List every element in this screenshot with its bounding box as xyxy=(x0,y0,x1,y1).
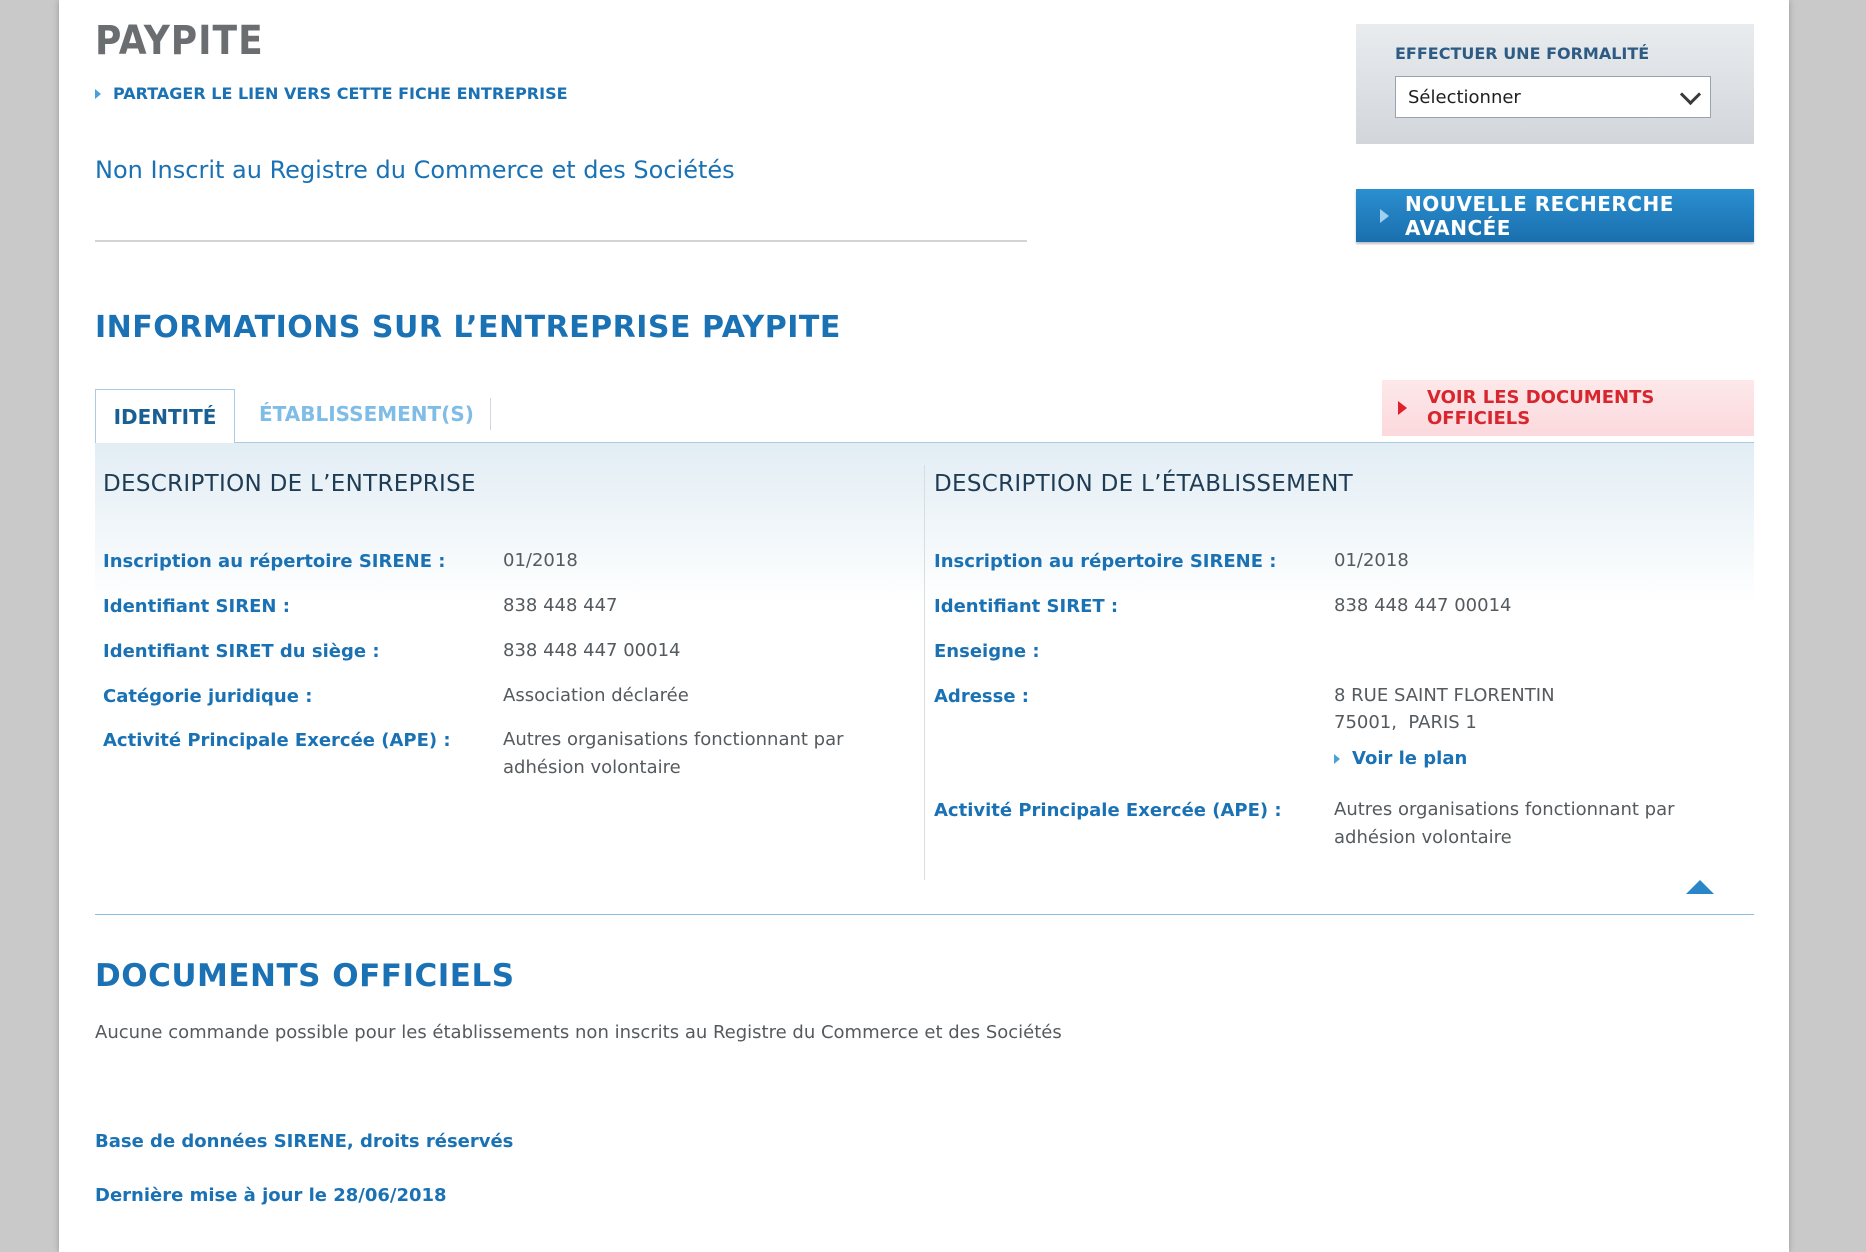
caret-right-icon xyxy=(95,88,101,99)
company-description-title: DESCRIPTION DE L’ENTREPRISE xyxy=(103,471,476,497)
field-value: 838 448 447 00014 xyxy=(1334,595,1512,616)
official-documents-title: DOCUMENTS OFFICIELS xyxy=(95,958,515,994)
establishment-description-title: DESCRIPTION DE L’ÉTABLISSEMENT xyxy=(934,471,1353,497)
formality-select[interactable]: Sélectionner xyxy=(1395,76,1711,118)
tab-establishments[interactable]: ÉTABLISSEMENT(S) xyxy=(259,398,491,430)
field-label: Catégorie juridique : xyxy=(103,686,313,707)
field-label: Identifiant SIRET du siège : xyxy=(103,641,380,662)
field-label: Activité Principale Exercée (APE) : xyxy=(934,800,1282,821)
caret-right-icon xyxy=(1380,208,1389,223)
chevron-down-icon xyxy=(1679,83,1702,105)
official-documents-text: Aucune commande possible pour les établi… xyxy=(95,1022,1062,1043)
caret-right-icon xyxy=(1334,753,1340,764)
field-label: Inscription au répertoire SIRENE : xyxy=(934,551,1277,572)
field-value: Association déclarée xyxy=(503,685,689,706)
field-value: 838 448 447 00014 xyxy=(503,640,681,661)
formality-label: EFFECTUER UNE FORMALITÉ xyxy=(1395,44,1650,63)
address-line-1: 8 RUE SAINT FLORENTIN xyxy=(1334,685,1555,706)
field-label: Activité Principale Exercée (APE) : xyxy=(103,730,451,751)
divider xyxy=(95,914,1754,915)
advanced-search-button[interactable]: NOUVELLE RECHERCHE AVANCÉE xyxy=(1356,189,1754,242)
field-label: Enseigne : xyxy=(934,641,1040,662)
share-link[interactable]: PARTAGER LE LIEN VERS CETTE FICHE ENTREP… xyxy=(95,84,568,103)
advanced-search-label: NOUVELLE RECHERCHE AVANCÉE xyxy=(1405,191,1674,240)
field-label: Inscription au répertoire SIRENE : xyxy=(103,551,446,572)
field-label: Identifiant SIREN : xyxy=(103,596,290,617)
tab-identity[interactable]: IDENTITÉ xyxy=(95,389,235,443)
field-value: 838 448 447 xyxy=(503,595,618,616)
view-official-docs-label: VOIR LES DOCUMENTS OFFICIELS xyxy=(1427,387,1655,429)
field-value: Autres organisations fonctionnant par ad… xyxy=(1334,799,1675,848)
column-divider xyxy=(924,465,925,880)
formality-select-value: Sélectionner xyxy=(1408,86,1521,108)
info-title: INFORMATIONS SUR L’ENTREPRISE PAYPITE xyxy=(95,310,841,345)
view-official-docs-button[interactable]: VOIR LES DOCUMENTS OFFICIELS xyxy=(1382,380,1754,436)
formality-box: EFFECTUER UNE FORMALITÉ Sélectionner xyxy=(1356,24,1754,144)
last-update: Dernière mise à jour le 28/06/2018 xyxy=(95,1185,447,1206)
page: PAYPITE PARTAGER LE LIEN VERS CETTE FICH… xyxy=(59,0,1789,1252)
field-value: 01/2018 xyxy=(1334,550,1409,571)
share-link-label: PARTAGER LE LIEN VERS CETTE FICHE ENTREP… xyxy=(113,84,568,103)
divider xyxy=(95,240,1027,242)
company-name: PAYPITE xyxy=(95,18,264,64)
field-label: Identifiant SIRET : xyxy=(934,596,1119,617)
field-label: Adresse : xyxy=(934,686,1030,707)
address-line-2: 75001, PARIS 1 xyxy=(1334,712,1477,733)
field-value: Autres organisations fonctionnant par ad… xyxy=(503,729,844,778)
caret-right-icon xyxy=(1398,401,1407,415)
view-map-label: Voir le plan xyxy=(1352,748,1468,769)
scroll-up-icon[interactable] xyxy=(1686,880,1714,894)
rights-notice: Base de données SIRENE, droits réservés xyxy=(95,1131,514,1152)
registration-status: Non Inscrit au Registre du Commerce et d… xyxy=(95,156,735,184)
field-value: 01/2018 xyxy=(503,550,578,571)
view-map-link[interactable]: Voir le plan xyxy=(1334,748,1467,769)
